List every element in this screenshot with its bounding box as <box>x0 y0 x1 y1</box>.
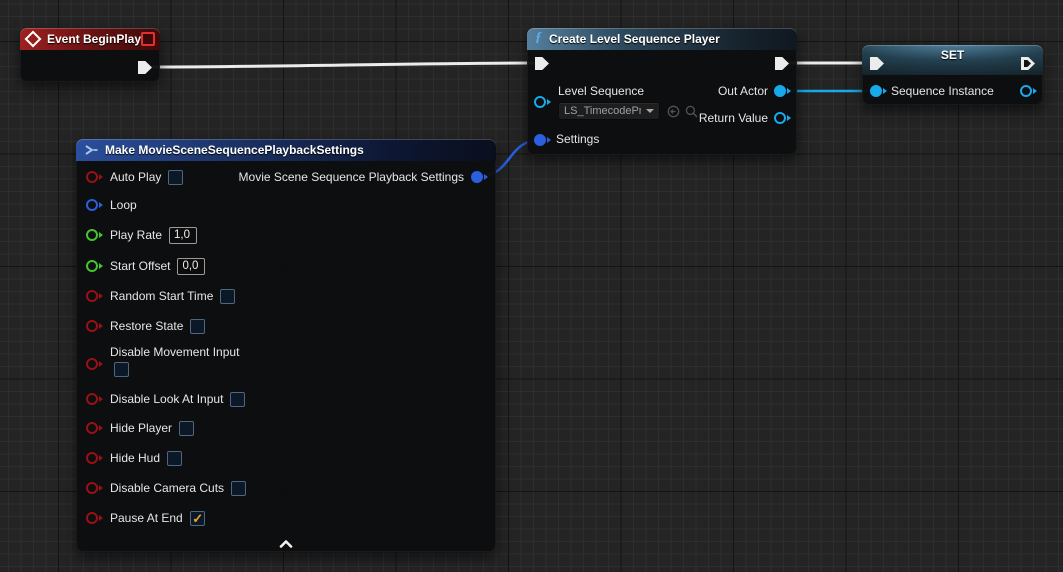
pin-row-disable-camera-cuts: Disable Camera Cuts <box>86 478 246 498</box>
auto-play-pin[interactable] <box>86 171 103 183</box>
restore-state-checkbox[interactable] <box>190 319 205 334</box>
start-offset-label: Start Offset <box>110 259 170 273</box>
node-title: Event BeginPlay <box>47 32 141 46</box>
pin-row-output: Movie Scene Sequence Playback Settings <box>239 167 488 187</box>
wire-exec-beginplay-to-create[interactable] <box>152 63 534 67</box>
pin-row-loop: Loop <box>86 195 137 215</box>
exec-output-pin[interactable] <box>775 57 789 70</box>
disable-look-at-input-label: Disable Look At Input <box>110 392 223 406</box>
return-value-pin-label: Return Value <box>699 111 768 125</box>
pin-row-disable-look-at-input: Disable Look At Input <box>86 389 245 409</box>
hide-player-checkbox[interactable] <box>179 421 194 436</box>
sequence-instance-pin-label: Sequence Instance <box>891 84 994 98</box>
node-create-level-sequence-player[interactable]: ƒ Create Level Sequence Player Level Seq… <box>527 28 797 155</box>
loop-label: Loop <box>110 198 137 212</box>
pause-at-end-pin[interactable] <box>86 512 103 524</box>
out-actor-pin[interactable] <box>774 85 791 97</box>
pause-at-end-label: Pause At End <box>110 511 183 525</box>
blueprint-graph-canvas[interactable]: Event BeginPlay ƒ Create Level Sequence … <box>0 0 1063 572</box>
hide-hud-checkbox[interactable] <box>167 451 182 466</box>
random-start-time-pin[interactable] <box>86 290 103 302</box>
random-start-time-checkbox[interactable] <box>220 289 235 304</box>
sequence-instance-output-pin[interactable] <box>1020 85 1037 97</box>
pin-row-restore-state: Restore State <box>86 316 205 336</box>
node-make-header[interactable]: Make MovieSceneSequencePlaybackSettings <box>76 139 496 161</box>
return-value-pin[interactable] <box>774 112 791 124</box>
start-offset-pin[interactable] <box>86 260 103 272</box>
loop-pin[interactable] <box>86 199 103 211</box>
disable-movement-input-checkbox[interactable] <box>114 362 129 377</box>
random-start-time-label: Random Start Time <box>110 289 213 303</box>
hide-player-pin[interactable] <box>86 422 103 434</box>
exec-input-pin[interactable] <box>535 57 549 70</box>
pin-row-pause-at-end: Pause At End <box>86 508 205 528</box>
exec-output-pin[interactable] <box>138 61 152 74</box>
make-struct-icon <box>84 144 98 156</box>
collapse-node-chevron[interactable] <box>279 540 293 548</box>
event-box-icon <box>141 32 155 46</box>
node-set-header[interactable]: SET <box>862 45 1043 75</box>
disable-look-at-input-checkbox[interactable] <box>230 392 245 407</box>
pin-row-play-rate: Play Rate 1,0 <box>86 225 197 245</box>
out-actor-pin-label: Out Actor <box>718 84 768 98</box>
node-title: SET <box>941 48 964 62</box>
node-event-beginplay[interactable]: Event BeginPlay <box>20 28 160 82</box>
level-sequence-asset-dropdown[interactable]: LS_TimecodePr <box>558 102 660 120</box>
node-event-beginplay-header[interactable]: Event BeginPlay <box>20 28 160 50</box>
settings-pin-label: Settings <box>556 132 599 146</box>
node-title: Make MovieSceneSequencePlaybackSettings <box>105 143 364 157</box>
level-sequence-asset-value: LS_TimecodePr <box>564 105 641 117</box>
chevron-down-icon <box>646 109 654 113</box>
settings-pin[interactable] <box>534 134 551 146</box>
pin-row-random-start-time: Random Start Time <box>86 286 235 306</box>
output-pin-label: Movie Scene Sequence Playback Settings <box>239 170 464 184</box>
pin-row-hide-player: Hide Player <box>86 418 194 438</box>
sequence-instance-input-pin[interactable] <box>870 85 887 97</box>
event-icon <box>25 31 42 48</box>
disable-camera-cuts-label: Disable Camera Cuts <box>110 481 224 495</box>
node-make-playback-settings[interactable]: Make MovieSceneSequencePlaybackSettings … <box>76 139 496 552</box>
hide-hud-pin[interactable] <box>86 452 103 464</box>
pin-row-auto-play: Auto Play <box>86 167 183 187</box>
restore-state-label: Restore State <box>110 319 183 333</box>
browse-to-asset-icon[interactable] <box>685 105 698 118</box>
play-rate-input[interactable]: 1,0 <box>169 227 197 244</box>
disable-camera-cuts-pin[interactable] <box>86 482 103 494</box>
playback-settings-output-pin[interactable] <box>471 171 488 183</box>
disable-camera-cuts-checkbox[interactable] <box>231 481 246 496</box>
disable-look-at-input-pin[interactable] <box>86 393 103 405</box>
hide-hud-label: Hide Hud <box>110 451 160 465</box>
level-sequence-pin-label: Level Sequence <box>558 84 644 98</box>
hide-player-label: Hide Player <box>110 421 172 435</box>
pin-row-disable-movement-input: Disable Movement Input <box>86 345 239 381</box>
function-icon: ƒ <box>535 30 542 46</box>
node-create-header[interactable]: ƒ Create Level Sequence Player <box>527 28 797 50</box>
play-rate-label: Play Rate <box>110 228 162 242</box>
pause-at-end-checkbox[interactable] <box>190 511 205 526</box>
pin-row-start-offset: Start Offset 0,0 <box>86 256 205 276</box>
node-set-sequence-instance[interactable]: SET Sequence Instance <box>862 45 1043 105</box>
disable-movement-input-label: Disable Movement Input <box>110 345 239 359</box>
restore-state-pin[interactable] <box>86 320 103 332</box>
node-title: Create Level Sequence Player <box>549 32 720 46</box>
auto-play-label: Auto Play <box>110 170 161 184</box>
disable-movement-input-pin[interactable] <box>86 358 103 370</box>
play-rate-pin[interactable] <box>86 229 103 241</box>
auto-play-checkbox[interactable] <box>168 170 183 185</box>
level-sequence-pin[interactable] <box>534 96 551 108</box>
use-selected-asset-icon[interactable] <box>667 105 680 118</box>
pin-row-hide-hud: Hide Hud <box>86 448 182 468</box>
start-offset-input[interactable]: 0,0 <box>177 258 205 275</box>
